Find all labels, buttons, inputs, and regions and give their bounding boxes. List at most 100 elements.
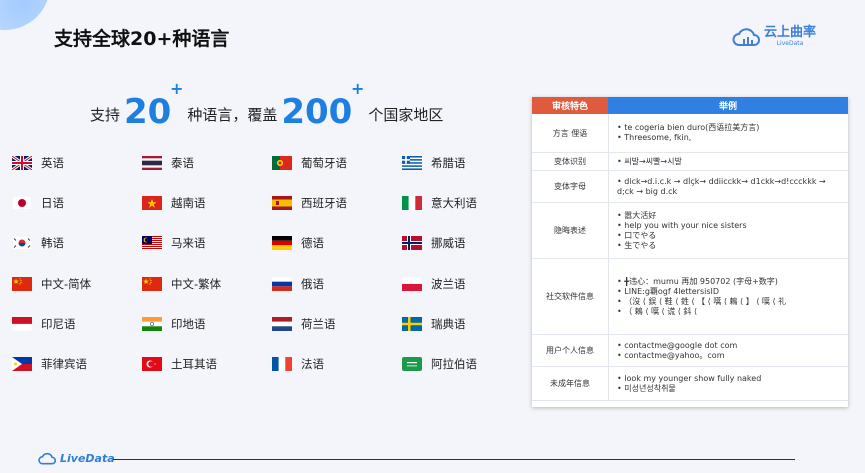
language-name: 印地语 [171, 317, 206, 331]
language-name: 中文-简体 [41, 277, 92, 291]
table-row: 变体识别 • 씨발→씨빨→시발 [532, 153, 848, 171]
headline-mid: 种语言，覆盖 [187, 106, 278, 124]
language-item: 土耳其语 [142, 356, 217, 372]
language-item: 意大利语 [402, 195, 477, 211]
row-examples: • contactme@google dot com • contactme@ya… [609, 335, 848, 366]
row-examples: • 씨발→씨빨→시발 [609, 153, 848, 170]
language-item: 马来语 [142, 235, 206, 251]
language-name: 俄语 [301, 277, 324, 291]
row-category: 变体字母 [532, 171, 609, 202]
language-name: 德语 [301, 236, 324, 250]
language-name: 葡萄牙语 [301, 156, 347, 170]
logo-chinese-text: 云上曲率 [764, 24, 817, 40]
example-line: • contactme@yahoo。com [617, 350, 725, 360]
example-line: • （ 鵣 ⟨ 嚆 ⟨ 谎 ⟨ 鈄 ⟨ [617, 306, 698, 316]
language-item: 印地语 [142, 316, 206, 332]
flag-germany-icon [272, 236, 292, 250]
flag-japan-icon [12, 196, 32, 210]
row-examples: • te cogeria bien duro(西语拉美方言) • Threesom… [609, 114, 848, 152]
language-name: 印尼语 [41, 317, 76, 331]
flag-greece-icon [402, 156, 422, 170]
row-examples: • 嚣大活好 • help you with your nice sisters •… [609, 203, 848, 258]
language-name: 波兰语 [431, 277, 466, 291]
moderation-table: 审核特色 举例 方言 俚语 • te cogeria bien duro(西语拉美… [532, 97, 848, 407]
flag-norway-icon [402, 236, 422, 250]
flag-sweden-icon [402, 317, 422, 331]
language-item: 俄语 [272, 276, 324, 292]
language-item: 希腊语 [402, 155, 466, 171]
example-line: • 口でやる [617, 230, 657, 240]
example-line: • ╋违心：mumu 再加 950702 (字母+数字) [617, 276, 778, 286]
flag-thailand-icon [142, 156, 162, 170]
language-item: 印尼语 [12, 316, 76, 332]
coverage-headline: 支持 20 + 种语言，覆盖 200 + 个国家地区 [90, 79, 443, 132]
row-category: 社交软件信息 [532, 259, 609, 334]
row-category: 用户个人信息 [532, 335, 609, 366]
flag-italy-icon [402, 196, 422, 210]
page-title: 支持全球20+种语言 [54, 28, 230, 50]
language-name: 阿拉伯语 [431, 357, 477, 371]
row-category: 隐晦表述 [532, 203, 609, 258]
language-name: 西班牙语 [301, 196, 347, 210]
language-name: 法语 [301, 357, 324, 371]
footer-logo: LiveData [38, 451, 115, 465]
example-line: • 씨발→씨빨→시발 [617, 156, 682, 166]
language-item: 英语 [12, 155, 64, 171]
language-name: 意大利语 [431, 196, 477, 210]
table-row: 隐晦表述 • 嚣大活好 • help you with your nice sist… [532, 203, 848, 259]
plus-sign: + [169, 79, 184, 98]
language-item: 中文-繁体 [142, 276, 221, 292]
flag-saudi-icon [402, 357, 422, 371]
example-line: • help you with your nice sisters [617, 220, 747, 230]
country-count: 200 + [281, 79, 365, 132]
language-item: 日语 [12, 195, 64, 211]
language-name: 马来语 [171, 236, 206, 250]
flag-turkey-icon [142, 357, 162, 371]
language-item: 挪威语 [402, 235, 466, 251]
example-line: • 嚣大活好 [617, 210, 657, 220]
flag-france-icon [272, 357, 292, 371]
language-name: 日语 [41, 196, 64, 210]
footer-brand: LiveData [60, 451, 115, 465]
language-name: 瑞典语 [431, 317, 466, 331]
language-item: 韩语 [12, 235, 64, 251]
language-item: 葡萄牙语 [272, 155, 347, 171]
language-item: 波兰语 [402, 276, 466, 292]
example-line: • contactme@google dot com [617, 340, 738, 350]
flag-poland-icon [402, 277, 422, 291]
footer-divider [113, 459, 795, 460]
row-category: 变体识别 [532, 153, 609, 170]
example-line: • Threesome, fkin, [617, 133, 692, 142]
example-line: • te cogeria bien duro(西语拉美方言) [617, 123, 760, 132]
language-item: 中文-简体 [12, 276, 91, 292]
flag-vietnam-icon [142, 196, 162, 210]
example-line: • LINE:g覇ogf 4lettersisID [617, 286, 720, 296]
headline-prefix: 支持 [90, 106, 121, 124]
table-row: 社交软件信息 • ╋违心：mumu 再加 950702 (字母+数字) • LINE… [532, 259, 848, 335]
flag-uk-icon [12, 156, 32, 170]
header-category: 审核特色 [532, 97, 608, 114]
language-item: 西班牙语 [272, 195, 347, 211]
language-name: 荷兰语 [301, 317, 336, 331]
example-line: • 미성년성착취물 [617, 383, 676, 393]
flag-philippines-icon [12, 357, 32, 371]
row-examples: • dick→d.i.c.k → dĺçk→ ddiicckk→ d1ckk→d… [609, 171, 848, 202]
flag-portugal-icon [272, 156, 292, 170]
row-category: 未成年信息 [532, 367, 609, 400]
table-row: 方言 俚语 • te cogeria bien duro(西语拉美方言) • Thr… [532, 114, 848, 153]
brand-logo: 云上曲率 LiveData [732, 25, 816, 47]
decorative-corner-circle [0, 0, 50, 30]
flag-russia-icon [272, 277, 292, 291]
example-line: • 生でやる [617, 240, 657, 250]
example-line: • look my younger show fully naked [617, 373, 762, 383]
language-item: 荷兰语 [272, 316, 336, 332]
flag-indonesia-icon [12, 317, 32, 331]
language-name: 英语 [41, 156, 64, 170]
table-header: 审核特色 举例 [532, 97, 848, 114]
language-name: 希腊语 [431, 156, 466, 170]
header-example: 举例 [608, 97, 848, 114]
flag-netherlands-icon [272, 317, 292, 331]
language-item: 泰语 [142, 155, 194, 171]
language-name: 中文-繁体 [171, 277, 222, 291]
example-line: • （沒 ⟨ 鋘 ⟨ 鞋 ⟨ 鉎 ⟨ 【 ⟨ 嚆 ⟨ 鵣 ⟨ 】 ⟨ 嚆 ⟨ 礼 [617, 296, 787, 306]
